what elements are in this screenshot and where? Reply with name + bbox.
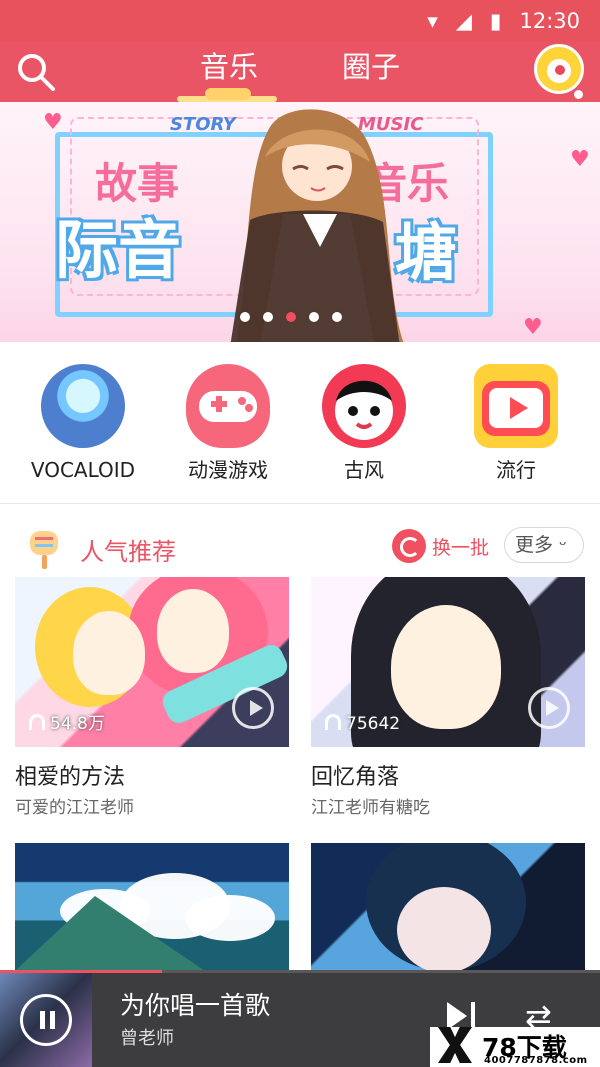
smile-icon: ᵕ (553, 534, 567, 556)
tv-play-icon (482, 381, 550, 436)
recommendation-header: 人气推荐 换一批 更多 ᵕ (0, 525, 600, 569)
vocaloid-icon (41, 364, 125, 448)
status-time: 12:30 (519, 9, 580, 33)
gamepad-icon (186, 364, 270, 448)
recommendation-card[interactable] (311, 843, 585, 971)
watermark-sub-text: 4007787878.com (484, 1055, 588, 1066)
category-pop[interactable]: 流行 (452, 364, 580, 484)
tab-music[interactable]: 音乐 (200, 50, 258, 84)
banner-title-left: 际音 (55, 214, 181, 287)
opera-mask-icon (335, 380, 393, 440)
more-label: 更多 (515, 534, 554, 556)
tv-play-icon (474, 364, 558, 448)
play-count-value: 54.8万 (50, 714, 105, 734)
app-screen: ▾ ◢ ▮ 12:30 音乐 圈子 ♥ ♥ ♥ STORY MUSIC 故事 际… (0, 0, 600, 1067)
gamepad-icon (199, 391, 257, 422)
status-bar: ▾ ◢ ▮ 12:30 (0, 0, 600, 42)
category-label: 流行 (496, 458, 536, 482)
tab-bow-decoration (205, 88, 251, 100)
refresh-button[interactable]: 换一批 (432, 533, 489, 560)
category-label: VOCALOID (30, 458, 136, 482)
carousel-dot[interactable] (263, 312, 273, 322)
profile-notification-dot (574, 90, 583, 99)
carousel-dot-active[interactable] (286, 312, 296, 322)
refresh-icon[interactable] (392, 529, 426, 563)
song-title[interactable]: 回忆角落 (311, 759, 399, 791)
card-art-face (157, 589, 229, 673)
pause-icon[interactable] (20, 994, 72, 1046)
heart-icon: ♥ (570, 147, 590, 172)
category-ancient-style[interactable]: 古风 (300, 364, 428, 484)
recommendation-card[interactable] (15, 843, 289, 971)
headphone-icon (325, 714, 341, 730)
play-count: 54.8万 (29, 709, 105, 734)
recommendation-title: 人气推荐 (80, 538, 176, 566)
song-author[interactable]: 江江老师有糖吃 (311, 793, 430, 818)
card-art-face (73, 611, 145, 695)
play-count: 75642 (325, 714, 400, 734)
mountain-image (15, 896, 205, 971)
carousel-dot[interactable] (309, 312, 319, 322)
carousel-dots (240, 312, 342, 322)
search-icon[interactable] (14, 50, 58, 94)
top-navigation: 音乐 圈子 (0, 42, 600, 102)
headphone-icon (29, 714, 45, 730)
card-art-face (397, 887, 491, 971)
more-button[interactable]: 更多 ᵕ (504, 527, 584, 563)
song-title[interactable]: 相爱的方法 (15, 759, 125, 791)
song-author[interactable]: 可爱的江江老师 (15, 793, 134, 818)
battery-icon: ▮ (489, 9, 502, 33)
now-playing-title[interactable]: 为你唱一首歌 (120, 986, 270, 1022)
watermark-logo-icon (438, 1027, 472, 1063)
category-label: 动漫游戏 (188, 458, 268, 482)
signal-icon: ◢ (455, 9, 472, 33)
wifi-icon: ▾ (427, 9, 438, 33)
banner-character-image (230, 109, 404, 342)
opera-mask-icon (322, 364, 406, 448)
category-vocaloid[interactable]: VOCALOID (19, 364, 147, 484)
category-anime-games[interactable]: 动漫游戏 (164, 364, 292, 484)
recommendation-card[interactable]: 75642 (311, 577, 585, 747)
ice-cream-icon (30, 531, 58, 569)
tab-circle[interactable]: 圈子 (342, 50, 400, 84)
card-art-face (391, 605, 501, 729)
recommendation-card[interactable]: 54.8万 (15, 577, 289, 747)
category-grid: VOCALOID 动漫游戏 古风 流行 (0, 342, 600, 504)
heart-icon: ♥ (523, 315, 543, 340)
play-count-value: 75642 (346, 714, 401, 734)
category-label: 古风 (344, 458, 384, 482)
status-icons: ▾ ◢ ▮ 12:30 (427, 0, 580, 42)
profile-icon[interactable] (534, 44, 584, 94)
now-playing-artist[interactable]: 曾老师 (120, 1024, 174, 1050)
banner-carousel[interactable]: ♥ ♥ ♥ STORY MUSIC 故事 际音 音乐 塘 (0, 102, 600, 342)
play-icon[interactable] (232, 687, 274, 729)
carousel-dot[interactable] (240, 312, 250, 322)
carousel-dot[interactable] (332, 312, 342, 322)
watermark: 78下载 4007787878.com (430, 1027, 600, 1067)
play-icon[interactable] (528, 687, 570, 729)
